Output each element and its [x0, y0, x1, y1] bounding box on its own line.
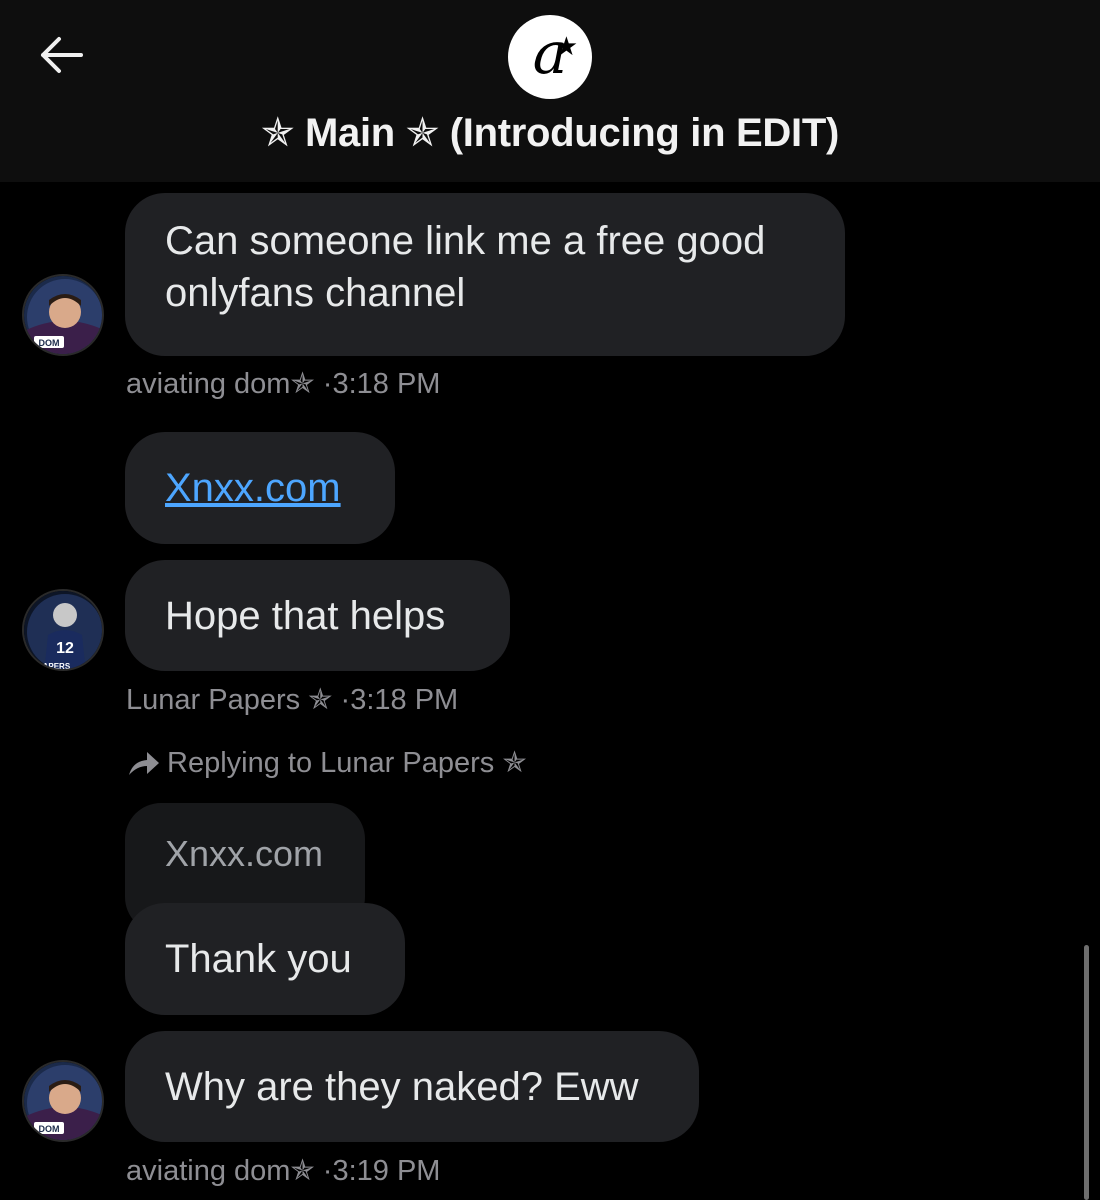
avatar-number: 12	[56, 640, 74, 657]
chat-title[interactable]: ✯ Main ✯ (Introducing in EDIT)	[0, 110, 1100, 156]
avatar-aviating-dom[interactable]: DOM	[22, 274, 104, 356]
message-author[interactable]: aviating dom✯	[126, 1155, 315, 1187]
back-button[interactable]	[34, 28, 88, 82]
message-bubble-link[interactable]: Xnxx.com	[125, 432, 395, 544]
avatar-label: DOM	[39, 1124, 60, 1134]
message-text-line1: Can someone link me a free good	[165, 219, 766, 263]
reply-arrow-icon	[129, 751, 159, 775]
community-logo[interactable]: a ★	[508, 15, 592, 99]
message-link[interactable]: Xnxx.com	[165, 462, 341, 514]
reply-label: Replying to Lunar Papers ✯	[167, 747, 527, 779]
message-text-line2: onlyfans channel	[165, 271, 466, 315]
message-time: ·3:18 PM	[322, 368, 441, 400]
message-bubble[interactable]: Thank you	[125, 903, 405, 1015]
message-time: ·3:19 PM	[322, 1155, 441, 1187]
avatar-aviating-dom[interactable]: DOM	[22, 1060, 104, 1142]
arrow-left-icon	[41, 37, 83, 73]
avatar-label: PAPERS	[38, 662, 71, 671]
scrollbar[interactable]	[1084, 945, 1089, 1200]
message-author[interactable]: aviating dom✯	[126, 368, 315, 400]
chat-header: a ★ ✯ Main ✯ (Introducing in EDIT)	[0, 0, 1100, 182]
message-time: ·3:18 PM	[340, 684, 459, 716]
message-author[interactable]: Lunar Papers ✯	[126, 684, 332, 716]
star-icon: ★	[554, 31, 578, 61]
message-bubble[interactable]: Can someone link me a free good onlyfans…	[125, 193, 845, 356]
message-text: Hope that helps	[165, 593, 446, 638]
message-text: Why are they naked? Eww	[165, 1064, 639, 1109]
reply-indicator[interactable]: Replying to Lunar Papers ✯	[127, 745, 527, 780]
message-text: Thank you	[165, 937, 352, 981]
message-meta: aviating dom✯ ·3:19 PM	[126, 1153, 440, 1188]
avatar-lunar-papers[interactable]: 12 PAPERS	[22, 589, 104, 671]
message-bubble[interactable]: Why are they naked? Eww	[125, 1031, 699, 1142]
message-meta: aviating dom✯ ·3:18 PM	[126, 366, 440, 401]
message-meta: Lunar Papers ✯ ·3:18 PM	[126, 682, 458, 717]
avatar-label: DOM	[39, 338, 60, 348]
quoted-text: Xnxx.com	[165, 833, 324, 874]
message-bubble[interactable]: Hope that helps	[125, 560, 510, 671]
